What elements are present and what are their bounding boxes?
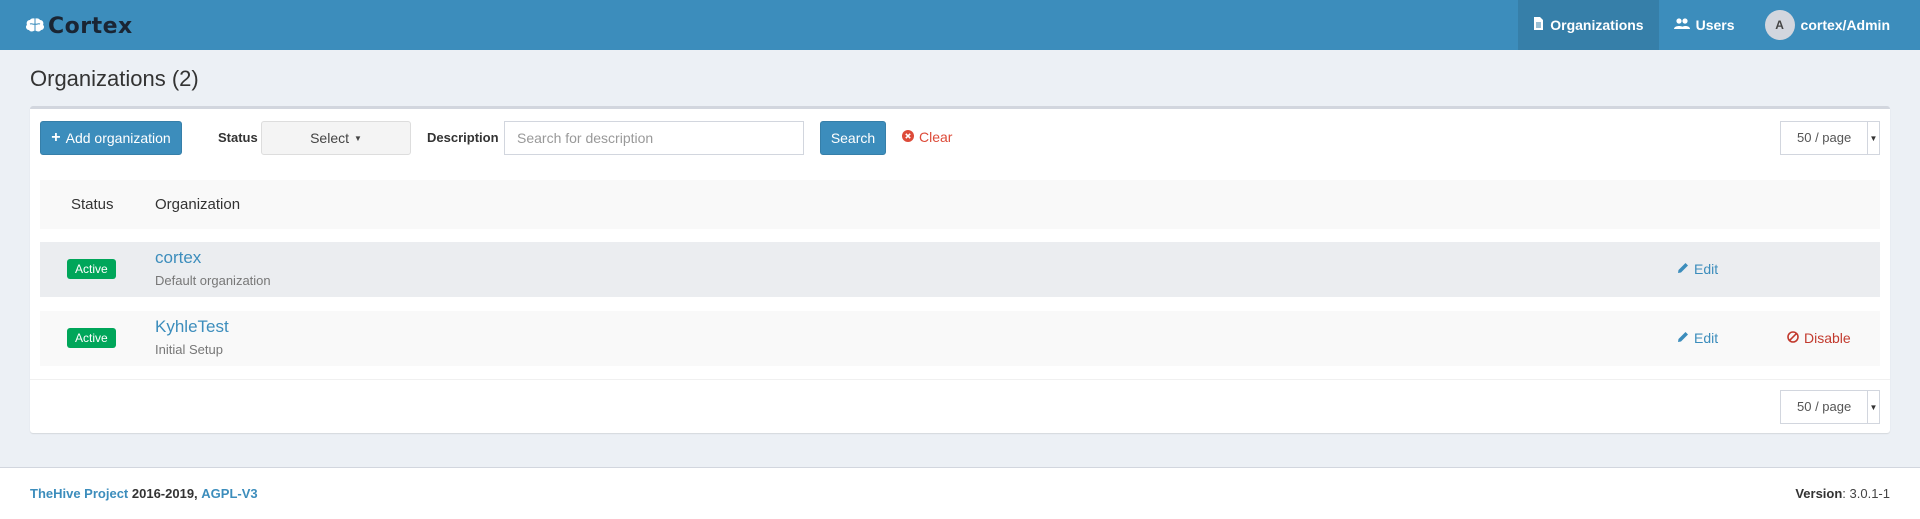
user-menu[interactable]: A cortex/Admin — [1750, 0, 1920, 50]
page-title: Organizations (2) — [30, 66, 199, 91]
version-label: Version — [1795, 486, 1843, 501]
nav-item-users[interactable]: Users — [1659, 0, 1750, 50]
clear-label: Clear — [919, 129, 953, 145]
footer-credits: TheHive Project 2016-2019, AGPL-V3 — [30, 486, 258, 501]
nav-item-label: Users — [1695, 17, 1735, 33]
description-filter-label: Description — [427, 130, 499, 145]
status-badge: Active — [67, 328, 116, 348]
edit-label: Edit — [1694, 330, 1719, 346]
ban-icon — [1787, 330, 1799, 346]
plus-icon: + — [51, 129, 61, 146]
edit-organization-button[interactable]: Edit — [1677, 330, 1718, 346]
edit-label: Edit — [1694, 261, 1719, 277]
divider — [30, 379, 1890, 380]
page-size-select-bottom[interactable]: 50 / page ▼ — [1780, 390, 1880, 424]
column-header-status: Status — [71, 196, 114, 213]
users-icon — [1673, 17, 1690, 33]
file-icon — [1533, 17, 1544, 33]
organization-name-link[interactable]: KyhleTest — [155, 317, 229, 337]
footer-years: 2016-2019, — [131, 486, 198, 501]
times-circle-icon — [902, 129, 914, 145]
nav-item-organizations[interactable]: Organizations — [1518, 0, 1659, 50]
license-link[interactable]: AGPL-V3 — [201, 486, 257, 501]
page-size-select-top[interactable]: 50 / page ▼ — [1780, 121, 1880, 155]
organization-name-link[interactable]: cortex — [155, 248, 201, 268]
brand-logo[interactable]: Cortex — [25, 12, 133, 40]
table-row: Active KyhleTest Initial Setup Edit Disa… — [40, 311, 1880, 366]
pencil-icon — [1677, 330, 1689, 346]
search-button-label: Search — [830, 130, 876, 146]
caret-down-icon: ▼ — [1867, 391, 1879, 423]
top-navbar: Cortex Organizations Users A cortex/Admi… — [0, 0, 1920, 50]
organizations-box: + Add organization Status Select ▼ Descr… — [30, 106, 1890, 433]
thehive-project-link[interactable]: TheHive Project — [30, 486, 128, 501]
status-badge: Active — [67, 259, 116, 279]
brand-name: Cortex — [48, 13, 133, 39]
footer-version: Version: 3.0.1-1 — [1795, 486, 1890, 501]
caret-down-icon: ▼ — [354, 133, 362, 143]
add-organization-button[interactable]: + Add organization — [40, 121, 182, 155]
status-select[interactable]: Select ▼ — [261, 121, 411, 155]
search-button[interactable]: Search — [820, 121, 886, 155]
clear-filters-link[interactable]: Clear — [902, 129, 952, 145]
user-label: cortex/Admin — [1800, 17, 1890, 33]
nav-menu: Organizations Users A cortex/Admin — [1518, 0, 1920, 50]
status-select-value: Select — [310, 130, 349, 146]
version-value: : 3.0.1-1 — [1842, 486, 1890, 501]
nav-item-label: Organizations — [1550, 17, 1644, 33]
disable-organization-button[interactable]: Disable — [1787, 330, 1851, 346]
brain-icon — [25, 17, 45, 36]
footer: TheHive Project 2016-2019, AGPL-V3 Versi… — [0, 467, 1920, 519]
description-search-input[interactable] — [504, 121, 804, 155]
page-size-value: 50 / page — [1797, 130, 1852, 145]
disable-label: Disable — [1804, 330, 1851, 346]
table-header: Status Organization — [40, 180, 1880, 229]
status-filter-label: Status — [218, 130, 258, 145]
avatar: A — [1764, 10, 1795, 40]
page-size-value: 50 / page — [1797, 399, 1852, 414]
pencil-icon — [1677, 261, 1689, 277]
organization-description: Initial Setup — [155, 342, 223, 357]
table-row: Active cortex Default organization Edit — [40, 242, 1880, 297]
column-header-organization: Organization — [155, 196, 241, 213]
edit-organization-button[interactable]: Edit — [1677, 261, 1718, 277]
organization-description: Default organization — [155, 273, 271, 288]
caret-down-icon: ▼ — [1867, 122, 1879, 154]
add-organization-label: Add organization — [65, 130, 171, 146]
